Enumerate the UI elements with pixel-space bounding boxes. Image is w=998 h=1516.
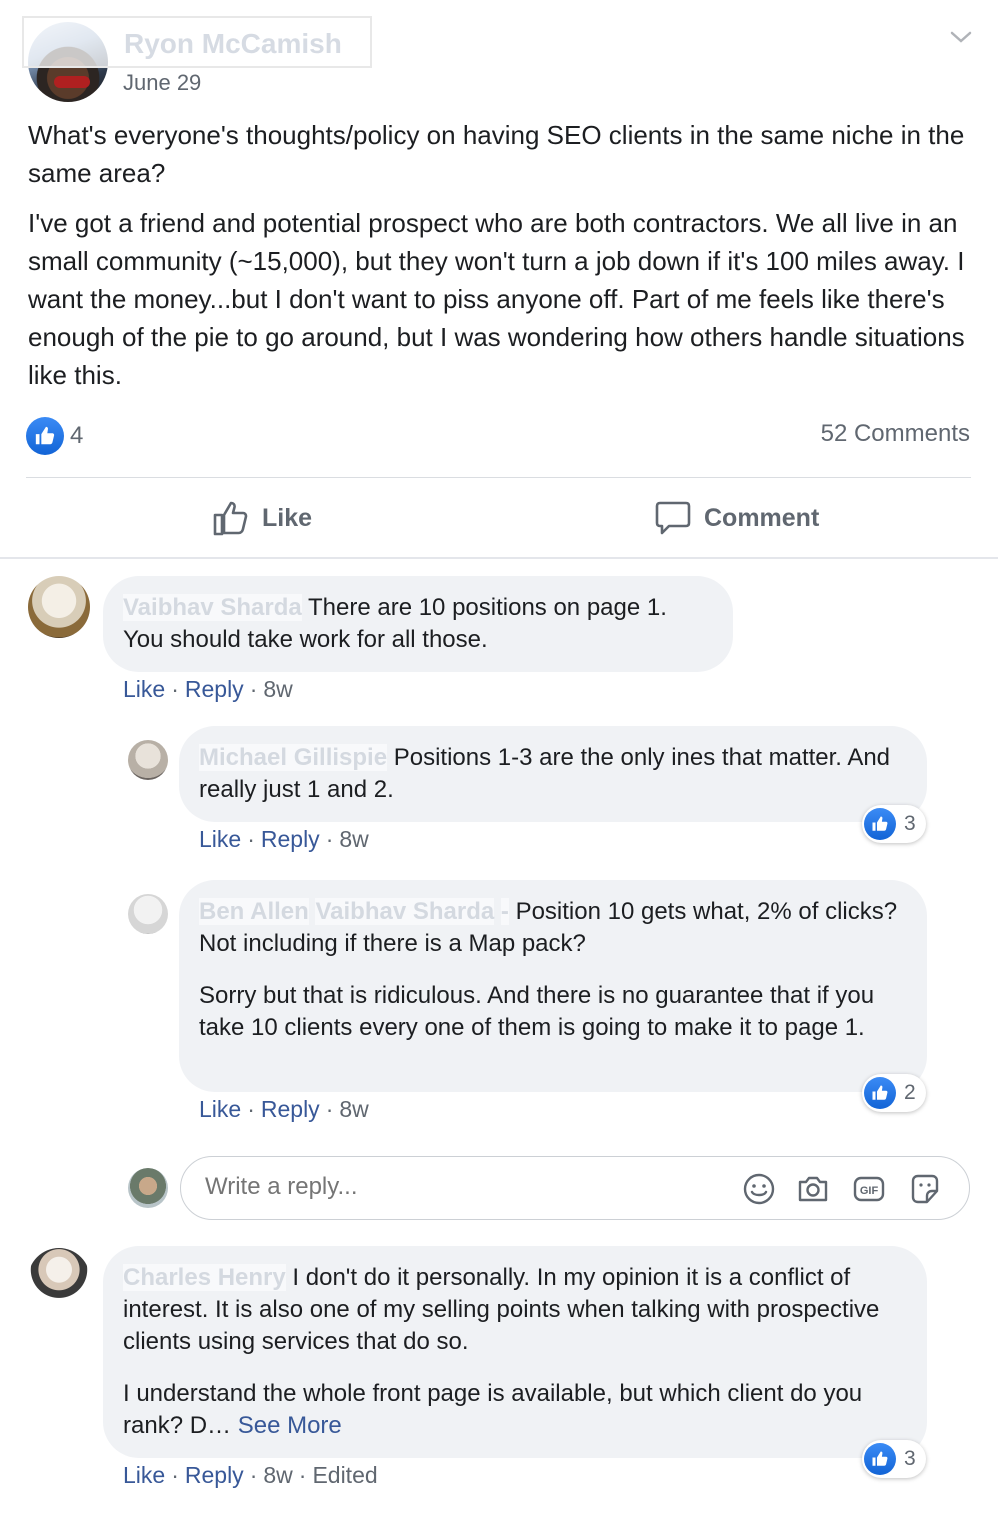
comment-meta: Like · Reply · 8w <box>123 676 293 702</box>
comment-like-link[interactable]: Like <box>123 676 165 702</box>
comment-like-link[interactable]: Like <box>123 1462 165 1488</box>
reaction-badge[interactable]: 3 <box>862 1440 926 1478</box>
comment-meta: Like · Reply · 8w <box>199 1096 369 1122</box>
gif-icon[interactable]: GIF <box>851 1171 887 1207</box>
chevron-down-icon[interactable] <box>946 22 976 52</box>
avatar <box>128 1168 168 1208</box>
comment-reply-link[interactable]: Reply <box>261 1096 320 1122</box>
comment-like-link[interactable]: Like <box>199 1096 241 1122</box>
poster-name[interactable]: Ryon McCamish <box>22 16 372 68</box>
like-reaction-icon <box>864 1443 896 1475</box>
reaction-count: 3 <box>904 812 916 835</box>
emoji-icon[interactable] <box>741 1171 777 1207</box>
avatar[interactable] <box>128 740 168 780</box>
comment-reply-link[interactable]: Reply <box>185 676 244 702</box>
avatar[interactable] <box>128 894 168 934</box>
avatar[interactable] <box>28 576 90 638</box>
post-header: Ryon McCamish June 29 <box>0 0 998 110</box>
comment-bubble: Michael Gillispie Positions 1-3 are the … <box>179 726 927 822</box>
svg-text:GIF: GIF <box>860 1185 879 1197</box>
like-reaction-icon <box>864 1077 896 1109</box>
thumbs-up-icon <box>213 501 248 536</box>
reaction-badge[interactable]: 3 <box>862 805 926 843</box>
like-reaction-icon <box>26 417 64 455</box>
like-button[interactable]: Like <box>212 494 312 542</box>
post-date[interactable]: June 29 <box>123 70 201 96</box>
edited-label[interactable]: Edited <box>312 1462 377 1488</box>
like-reaction-icon <box>864 808 896 840</box>
comment-time[interactable]: 8w <box>339 1096 368 1122</box>
mention-separator: - <box>500 898 509 925</box>
comment-time[interactable]: 8w <box>339 826 368 852</box>
comment-text-block: Ben Allen Vaibhav Sharda - Position 10 g… <box>199 896 907 960</box>
reaction-count: 2 <box>904 1081 916 1104</box>
avatar[interactable] <box>28 1248 90 1310</box>
comment-author[interactable]: Charles Henry <box>123 1264 286 1291</box>
post-actions: Like Comment <box>0 480 998 556</box>
post-paragraph: What's everyone's thoughts/policy on hav… <box>28 120 965 188</box>
comment-meta: Like · Reply · 8w · Edited <box>123 1462 378 1488</box>
comment-button-label: Comment <box>704 503 820 532</box>
comment-like-link[interactable]: Like <box>199 826 241 852</box>
divider <box>0 557 998 559</box>
comment-icon <box>655 501 691 535</box>
comment-button[interactable]: Comment <box>654 494 819 542</box>
comment-text-block: Charles Henry I don't do it personally. … <box>123 1262 907 1358</box>
comment-meta: Like · Reply · 8w <box>199 826 369 852</box>
see-more-link[interactable]: See More <box>238 1412 342 1439</box>
comments-count[interactable]: 52 Comments <box>821 420 970 448</box>
reply-input[interactable] <box>205 1173 625 1201</box>
comment-author[interactable]: Ben Allen <box>199 898 309 925</box>
reaction-count: 3 <box>904 1447 916 1470</box>
comment-bubble: Charles Henry I don't do it personally. … <box>103 1246 927 1458</box>
camera-icon[interactable] <box>795 1171 831 1207</box>
sticker-icon[interactable] <box>907 1171 943 1207</box>
comment-text: I understand the whole front page is ava… <box>123 1380 863 1439</box>
like-count: 4 <box>70 422 84 449</box>
post-reactions[interactable]: 4 <box>26 416 83 456</box>
comment-author[interactable]: Vaibhav Sharda <box>123 594 302 621</box>
comment-mention[interactable]: Vaibhav Sharda <box>315 898 495 925</box>
post-paragraph: I've got a friend and potential prospect… <box>28 208 965 390</box>
post-body: What's everyone's thoughts/policy on hav… <box>28 116 973 394</box>
comment-text-block: I understand the whole front page is ava… <box>123 1378 907 1442</box>
comment-reply-link[interactable]: Reply <box>261 826 320 852</box>
like-button-label: Like <box>262 503 313 532</box>
reply-box[interactable]: GIF <box>180 1156 970 1220</box>
comment-author[interactable]: Michael Gillispie <box>199 744 388 771</box>
comment-time[interactable]: 8w <box>263 676 292 702</box>
comment-bubble: Vaibhav Sharda There are 10 positions on… <box>103 576 733 672</box>
divider <box>26 477 971 478</box>
comment-time[interactable]: 8w <box>263 1462 292 1488</box>
comment-bubble: Ben Allen Vaibhav Sharda - Position 10 g… <box>179 880 927 1092</box>
reaction-badge[interactable]: 2 <box>862 1074 926 1112</box>
comment-text: Sorry but that is ridiculous. And there … <box>199 982 875 1041</box>
comment-reply-link[interactable]: Reply <box>185 1462 244 1488</box>
